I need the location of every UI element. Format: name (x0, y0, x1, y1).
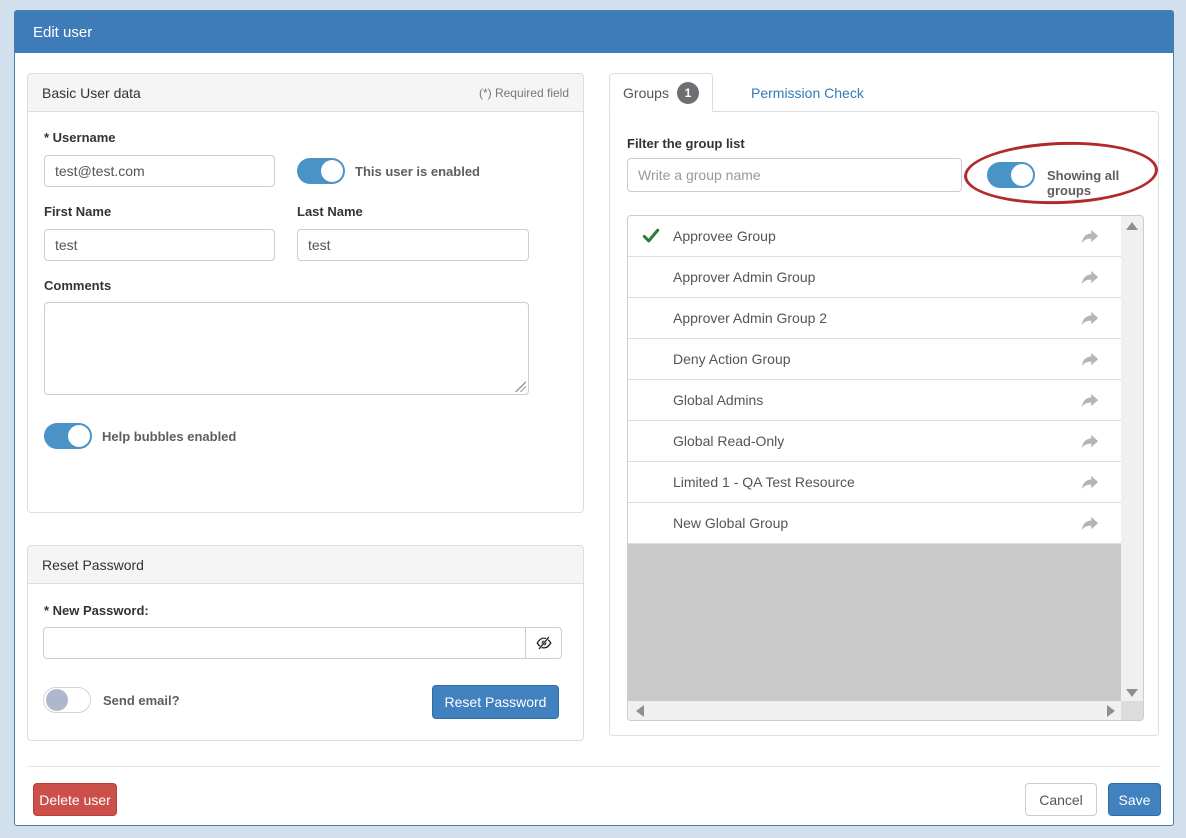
dialog-title-bar: Edit user (15, 11, 1173, 53)
group-row[interactable]: Deny Action Group (628, 339, 1123, 380)
reveal-password-button[interactable] (525, 627, 562, 659)
group-name: Approver Admin Group 2 (673, 310, 1080, 326)
go-to-group-icon[interactable] (1080, 270, 1099, 285)
group-name: Limited 1 - QA Test Resource (673, 474, 1080, 490)
eye-slash-icon (535, 634, 553, 652)
group-row[interactable]: Approver Admin Group 2 (628, 298, 1123, 339)
send-email-label: Send email? (103, 693, 180, 708)
first-name-input[interactable] (44, 229, 275, 261)
go-to-group-icon[interactable] (1080, 434, 1099, 449)
save-button[interactable]: Save (1108, 783, 1161, 816)
last-name-input[interactable] (297, 229, 529, 261)
help-bubbles-toggle[interactable] (44, 423, 92, 449)
reset-password-card: Reset Password * New Password: Send emai… (27, 545, 584, 741)
reset-password-header: Reset Password (28, 546, 583, 584)
reset-password-button[interactable]: Reset Password (432, 685, 559, 719)
go-to-group-icon[interactable] (1080, 229, 1099, 244)
reset-password-title: Reset Password (42, 557, 144, 573)
go-to-group-icon[interactable] (1080, 475, 1099, 490)
comments-label: Comments (44, 278, 111, 293)
group-name: Approver Admin Group (673, 269, 1080, 285)
send-email-toggle[interactable] (43, 687, 91, 713)
group-name: Approvee Group (673, 228, 1080, 244)
delete-user-button[interactable]: Delete user (33, 783, 117, 816)
group-row[interactable]: Global Admins (628, 380, 1123, 421)
go-to-group-icon[interactable] (1080, 352, 1099, 367)
scroll-left-icon[interactable] (636, 705, 644, 717)
group-list-rows: Approvee Group Approver Admin Group Approv… (628, 216, 1123, 703)
group-name: Global Read-Only (673, 433, 1080, 449)
show-all-groups-label: Showing all groups (1047, 168, 1158, 198)
horizontal-scrollbar[interactable] (628, 701, 1123, 720)
new-password-group (43, 627, 562, 659)
required-field-note: (*) Required field (479, 86, 569, 100)
group-name: Global Admins (673, 392, 1080, 408)
groups-tab-panel: Filter the group list Showing all groups… (609, 111, 1159, 736)
footer-divider (27, 766, 1161, 767)
go-to-group-icon[interactable] (1080, 516, 1099, 531)
group-row[interactable]: New Global Group (628, 503, 1123, 544)
group-list: Approvee Group Approver Admin Group Approv… (627, 215, 1144, 721)
group-name: New Global Group (673, 515, 1080, 531)
member-check-icon (642, 228, 673, 244)
last-name-label: Last Name (297, 204, 363, 219)
go-to-group-icon[interactable] (1080, 393, 1099, 408)
first-name-label: First Name (44, 204, 111, 219)
vertical-scrollbar[interactable] (1121, 216, 1143, 703)
scrollbar-corner (1121, 701, 1143, 720)
basic-user-data-card: Basic User data (*) Required field * Use… (27, 73, 584, 513)
toggle-knob (68, 425, 90, 447)
scroll-down-icon[interactable] (1126, 689, 1138, 697)
username-label: * Username (44, 130, 116, 145)
new-password-label: * New Password: (44, 603, 149, 618)
filter-group-list-label: Filter the group list (627, 136, 745, 151)
scroll-right-icon[interactable] (1107, 705, 1115, 717)
tab-permission-check-label: Permission Check (751, 85, 864, 101)
group-row[interactable]: Approver Admin Group (628, 257, 1123, 298)
group-row[interactable]: Global Read-Only (628, 421, 1123, 462)
dialog-title: Edit user (33, 24, 92, 41)
group-row[interactable]: Limited 1 - QA Test Resource (628, 462, 1123, 503)
tab-permission-check[interactable]: Permission Check (727, 73, 888, 112)
group-filter-input[interactable] (627, 158, 962, 192)
toggle-knob (46, 689, 68, 711)
toggle-knob (321, 160, 343, 182)
go-to-group-icon[interactable] (1080, 311, 1099, 326)
tab-groups-label: Groups (623, 85, 669, 101)
cancel-button[interactable]: Cancel (1025, 783, 1097, 816)
tab-groups[interactable]: Groups 1 (609, 73, 713, 112)
username-input[interactable] (44, 155, 275, 187)
user-enabled-label: This user is enabled (355, 164, 480, 179)
user-enabled-toggle[interactable] (297, 158, 345, 184)
basic-user-data-title: Basic User data (42, 85, 141, 101)
new-password-input[interactable] (43, 627, 525, 659)
edit-user-dialog: Edit user Basic User data (*) Required f… (14, 10, 1174, 826)
help-bubbles-label: Help bubbles enabled (102, 429, 236, 444)
toggle-knob (1011, 164, 1033, 186)
comments-textarea[interactable] (44, 302, 529, 395)
group-row[interactable]: Approvee Group (628, 216, 1123, 257)
basic-user-data-header: Basic User data (*) Required field (28, 74, 583, 112)
show-all-groups-toggle[interactable] (987, 162, 1035, 188)
groups-count-badge: 1 (677, 82, 699, 104)
scroll-up-icon[interactable] (1126, 222, 1138, 230)
group-name: Deny Action Group (673, 351, 1080, 367)
